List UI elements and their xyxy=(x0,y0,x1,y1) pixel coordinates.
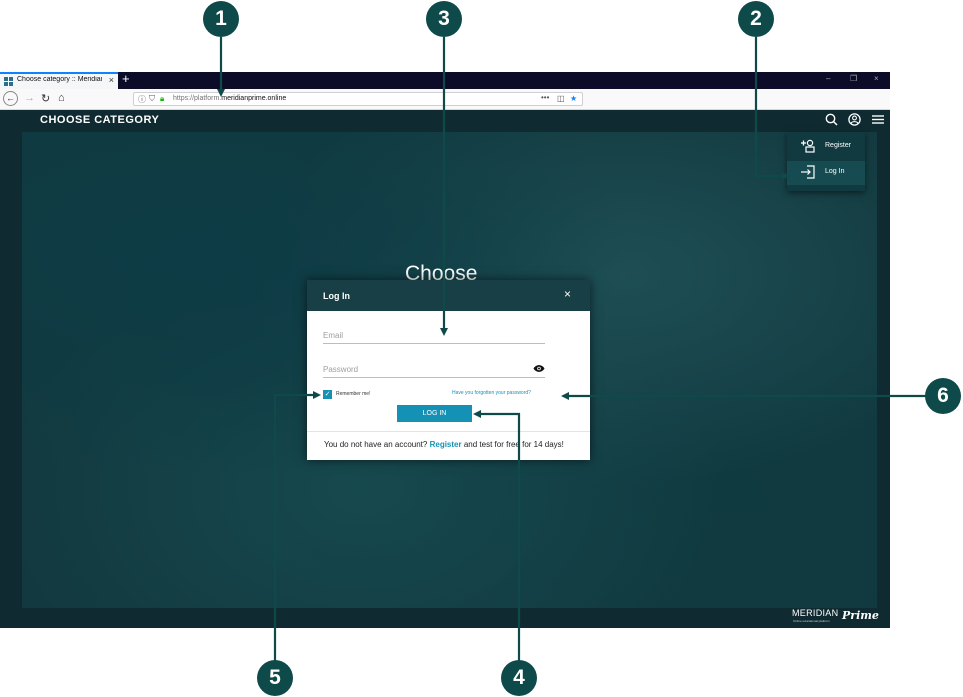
callout-arrows xyxy=(217,37,926,662)
callout-badge-4: 4 xyxy=(501,660,537,696)
callout-badge-2: 2 xyxy=(738,1,774,37)
callout-4-arrow xyxy=(473,410,521,662)
callout-2-arrow xyxy=(754,37,790,180)
callout-5-arrow xyxy=(273,391,321,662)
callout-badge-6: 6 xyxy=(925,378,961,414)
callout-badge-3: 3 xyxy=(426,1,462,37)
callout-badge-1: 1 xyxy=(203,1,239,37)
callout-badge-5: 5 xyxy=(257,660,293,696)
